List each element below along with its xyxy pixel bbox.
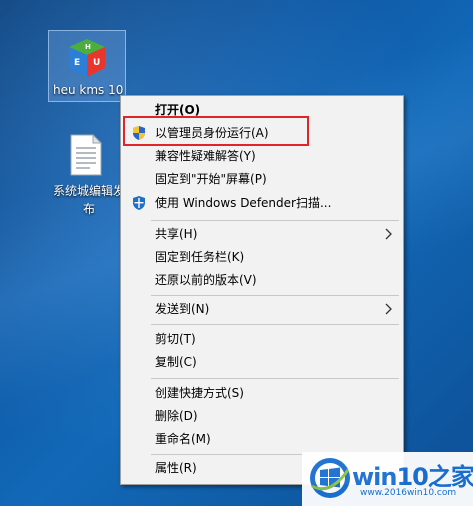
menu-item-rename[interactable]: 重命名(M) xyxy=(121,428,403,450)
menu-separator xyxy=(151,220,399,221)
menu-item-cut[interactable]: 剪切(T) xyxy=(121,328,403,350)
menu-item-compatibility[interactable]: 兼容性疑难解答(Y) xyxy=(121,145,403,167)
heu-kms-cube-icon: H E U xyxy=(69,39,105,77)
menu-item-share[interactable]: 共享(H) xyxy=(121,223,403,245)
watermark: win10之家 www.2016win10.com xyxy=(302,452,473,506)
menu-item-pin-to-start[interactable]: 固定到"开始"屏幕(P) xyxy=(121,168,403,190)
svg-text:H: H xyxy=(85,43,91,51)
watermark-title: win10之家 xyxy=(352,463,473,491)
menu-separator xyxy=(151,378,399,379)
desktop-icon-heu-kms[interactable]: H E U heu kms 10 xyxy=(48,30,126,102)
chevron-right-icon xyxy=(385,303,392,315)
win10-logo-icon xyxy=(310,458,350,498)
desktop-icon-label: 系统城编辑发布 xyxy=(52,184,125,216)
chevron-right-icon xyxy=(385,228,392,240)
highlight-box-annotation xyxy=(123,116,309,146)
menu-item-delete[interactable]: 删除(D) xyxy=(121,405,403,427)
menu-item-copy[interactable]: 复制(C) xyxy=(121,351,403,373)
watermark-url: www.2016win10.com xyxy=(360,488,457,498)
svg-text:E: E xyxy=(74,58,80,68)
menu-item-restore-versions[interactable]: 还原以前的版本(V) xyxy=(121,269,403,291)
menu-item-pin-to-taskbar[interactable]: 固定到任务栏(K) xyxy=(121,246,403,268)
menu-separator xyxy=(151,324,399,325)
menu-item-create-shortcut[interactable]: 创建快捷方式(S) xyxy=(121,382,403,404)
menu-item-defender-scan[interactable]: 使用 Windows Defender扫描... xyxy=(121,192,403,214)
context-menu: 打开(O) 以管理员身份运行(A) 兼容性疑难解答(Y) 固定到"开始"屏幕(P… xyxy=(120,95,404,485)
defender-shield-icon xyxy=(133,196,145,210)
svg-text:U: U xyxy=(93,58,100,68)
menu-item-send-to[interactable]: 发送到(N) xyxy=(121,298,403,320)
menu-separator xyxy=(151,295,399,296)
text-document-icon xyxy=(70,134,102,176)
